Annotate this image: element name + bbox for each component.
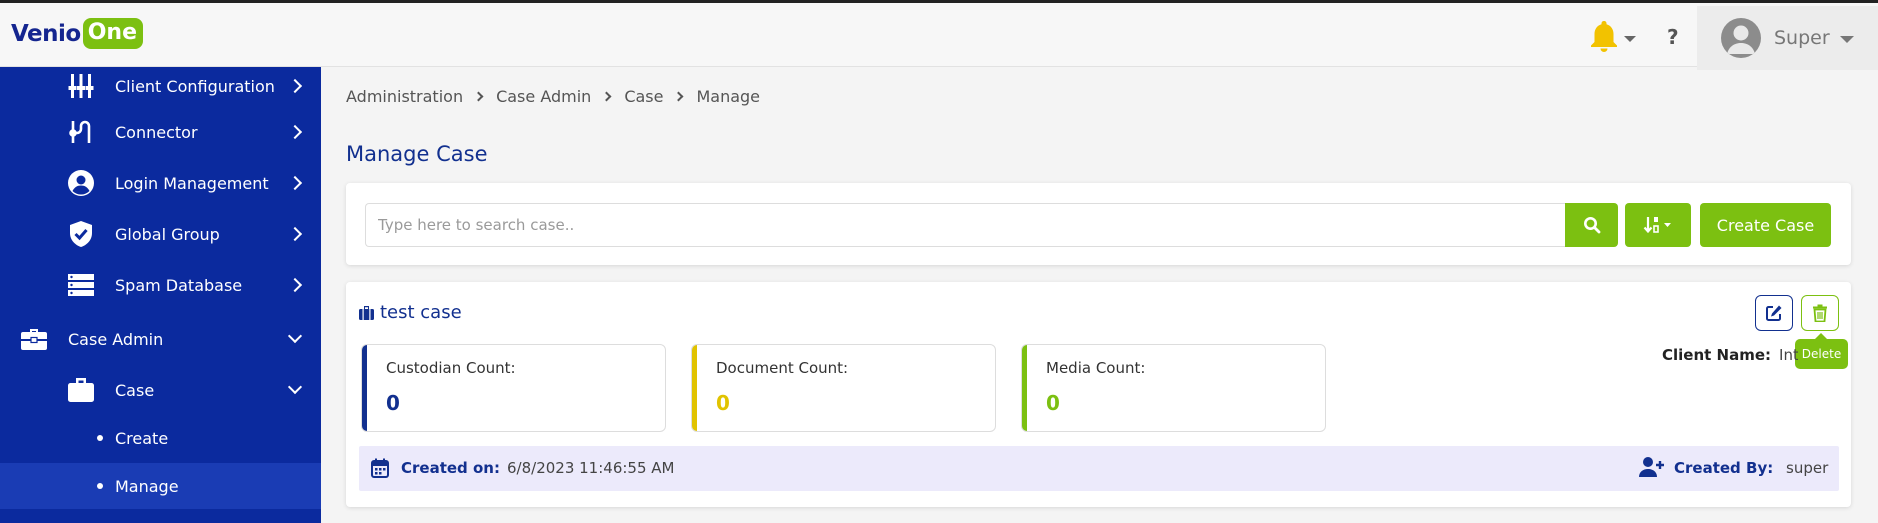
notification-dropdown-caret-icon[interactable] [1624,36,1636,42]
stat-accent-bar [1022,345,1027,431]
sidebar-subitem-create[interactable]: Create [0,415,321,461]
edit-icon [1766,305,1782,321]
sidebar-item-case-admin[interactable]: Case Admin [0,316,321,362]
sort-button[interactable] [1625,203,1691,247]
stat-value: 0 [386,391,400,415]
bullet-icon [97,435,103,441]
search-icon [1583,217,1600,234]
stat-label: Custodian Count: [386,359,516,377]
chevron-right-icon [674,91,684,102]
chevron-right-icon [287,78,303,94]
client-name-value: Int [1779,346,1798,364]
delete-case-button[interactable] [1801,295,1839,331]
sidebar-item-label: Spam Database [115,275,243,295]
sidebar-item-label: Case [115,380,155,400]
chevron-right-icon [601,91,612,102]
sort-icon [1643,217,1671,234]
venio-one-logo[interactable]: Venio One [11,18,143,49]
search-button[interactable] [1565,203,1618,247]
page-title: Manage Case [346,142,488,166]
stat-value: 0 [716,391,730,415]
user-name: Super [1774,27,1830,49]
chevron-down-icon [287,328,303,344]
client-name: Client Name: Int [1662,346,1798,364]
chevron-right-icon [287,175,303,191]
briefcase-icon [19,324,49,354]
edit-case-button[interactable] [1755,295,1793,331]
search-card: Create Case [346,183,1851,265]
custodian-count-card: Custodian Count: 0 [361,344,666,432]
sidebar-item-spam-database[interactable]: Spam Database [0,262,321,308]
sidebar-item-label: Global Group [115,224,220,244]
bullet-icon [97,483,103,489]
case-card: test case Delete Client Name: Int Custodi… [346,282,1851,507]
stat-accent-bar [362,345,367,431]
stat-label: Document Count: [716,359,849,377]
sidebar: Client Configuration Connector Login Man… [0,67,321,523]
document-count-card: Document Count: 0 [691,344,996,432]
sidebar-subitem-manage[interactable]: Manage [0,463,321,509]
delete-tooltip: Delete [1795,333,1848,369]
sidebar-item-connector[interactable]: Connector [0,109,321,155]
user-circle-icon [66,168,96,198]
user-dropdown-caret-icon [1840,36,1854,43]
stat-label: Media Count: [1046,359,1146,377]
help-icon[interactable]: ? [1667,25,1679,49]
media-count-card: Media Count: 0 [1021,344,1326,432]
briefcase-icon [359,305,374,320]
client-config-icon [66,71,96,101]
avatar-icon [1721,18,1761,58]
calendar-icon [371,458,389,482]
shield-check-icon [66,219,96,249]
breadcrumb-item[interactable]: Case [624,87,663,106]
notification-bell-icon[interactable] [1588,19,1620,53]
sidebar-item-client-configuration[interactable]: Client Configuration [0,63,321,109]
breadcrumb-item: Manage [696,87,761,106]
connector-icon [66,117,96,147]
breadcrumb-item[interactable]: Case Admin [496,87,591,106]
user-plus-icon [1639,456,1665,482]
client-name-label: Client Name: [1662,346,1772,364]
trash-icon [1813,304,1827,322]
case-title[interactable]: test case [359,302,462,323]
case-title-text: test case [380,302,462,323]
search-input[interactable] [365,203,1565,247]
chevron-right-icon [287,124,303,140]
created-on-label: Created on: [401,459,500,477]
database-icon [66,270,96,300]
sidebar-subitem-label: Manage [115,476,179,496]
logo-badge: One [82,18,143,49]
stat-accent-bar [692,345,697,431]
created-by-label: Created By: [1674,459,1774,477]
chevron-right-icon [287,277,303,293]
briefcase-icon [66,375,96,405]
stat-value: 0 [1046,391,1060,415]
created-info-bar: Created on: 6/8/2023 11:46:55 AM Created… [359,446,1839,491]
sidebar-item-label: Client Configuration [115,76,275,96]
chevron-right-icon [473,91,484,102]
sidebar-item-global-group[interactable]: Global Group [0,211,321,257]
sidebar-item-login-management[interactable]: Login Management [0,160,321,206]
create-case-button[interactable]: Create Case [1700,203,1831,247]
sidebar-item-label: Case Admin [68,329,164,349]
breadcrumb: Administration Case Admin Case Manage [346,87,760,106]
user-menu[interactable]: Super [1697,6,1878,70]
sidebar-item-label: Connector [115,122,198,142]
sidebar-subitem-label: Create [115,428,169,448]
logo-text: Venio [11,20,81,47]
sidebar-item-label: Login Management [115,173,269,193]
created-by-value: super [1786,459,1829,477]
chevron-right-icon [287,226,303,242]
sidebar-item-case[interactable]: Case [0,367,321,413]
chevron-down-icon [287,379,303,395]
breadcrumb-item[interactable]: Administration [346,87,463,106]
top-bar: Venio One ? Super [0,0,1878,70]
created-on-value: 6/8/2023 11:46:55 AM [507,459,675,477]
